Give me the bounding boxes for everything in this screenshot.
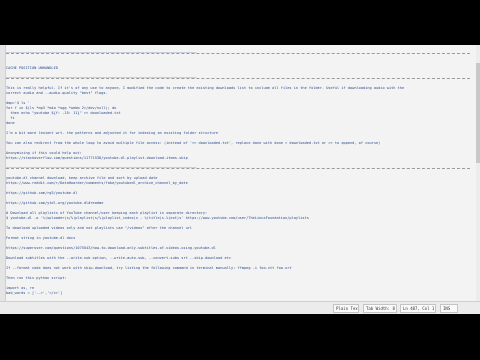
scrollbar-thumb[interactable]	[476, 63, 480, 163]
tab-width-selector[interactable]: Tab Width: 8	[363, 304, 397, 313]
vertical-scrollbar[interactable]	[476, 45, 480, 302]
status-bar: Plain Text Tab Width: 8 Ln 407, Col 1 IN…	[0, 301, 480, 314]
editor-line: ========================================…	[6, 76, 470, 79]
editor-line: ========================================…	[6, 166, 470, 169]
text-editor-window: ========================================…	[0, 45, 480, 314]
editor-line: ========================================…	[6, 51, 470, 54]
syntax-selector[interactable]: Plain Text	[333, 304, 359, 313]
cursor-position: Ln 407, Col 1	[400, 304, 436, 313]
insert-mode[interactable]: INS	[440, 304, 458, 313]
editor-line: bad_words = ['-->','</c>']	[6, 291, 63, 295]
editor-text-area[interactable]: ========================================…	[6, 45, 476, 302]
